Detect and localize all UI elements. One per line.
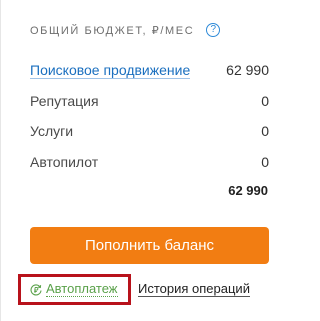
services-label: Услуги bbox=[30, 123, 74, 139]
autopilot-label: Автопилот bbox=[30, 154, 99, 170]
budget-row-search-promotion: Поисковое продвижение 62 990 bbox=[30, 62, 269, 79]
search-promotion-link[interactable]: Поисковое продвижение bbox=[30, 62, 191, 79]
operation-history-link[interactable]: История операций bbox=[138, 282, 250, 297]
autopay-link[interactable]: Автоплатеж bbox=[30, 282, 118, 297]
reputation-label: Репутация bbox=[30, 93, 99, 109]
help-icon[interactable]: ? bbox=[206, 23, 221, 37]
budget-row-autopilot: Автопилот 0 bbox=[30, 154, 269, 170]
reputation-value: 0 bbox=[261, 93, 269, 109]
autopay-label: Автоплатеж bbox=[46, 281, 118, 297]
autopilot-value: 0 bbox=[261, 154, 269, 170]
budget-panel: Общий бюджет, ₽/мес ? Поисковое продвиже… bbox=[0, 0, 297, 321]
top-up-balance-button[interactable]: Пополнить баланс bbox=[30, 227, 269, 264]
budget-row-reputation: Репутация 0 bbox=[30, 93, 269, 109]
search-promotion-value: 62 990 bbox=[226, 62, 269, 78]
budget-total: 62 990 bbox=[228, 183, 268, 198]
budget-title: Общий бюджет, ₽/мес bbox=[30, 24, 195, 37]
services-value: 0 bbox=[261, 123, 269, 139]
budget-header: Общий бюджет, ₽/мес ? bbox=[30, 23, 221, 37]
ruble-refresh-icon bbox=[30, 283, 42, 295]
budget-row-services: Услуги 0 bbox=[30, 123, 269, 139]
